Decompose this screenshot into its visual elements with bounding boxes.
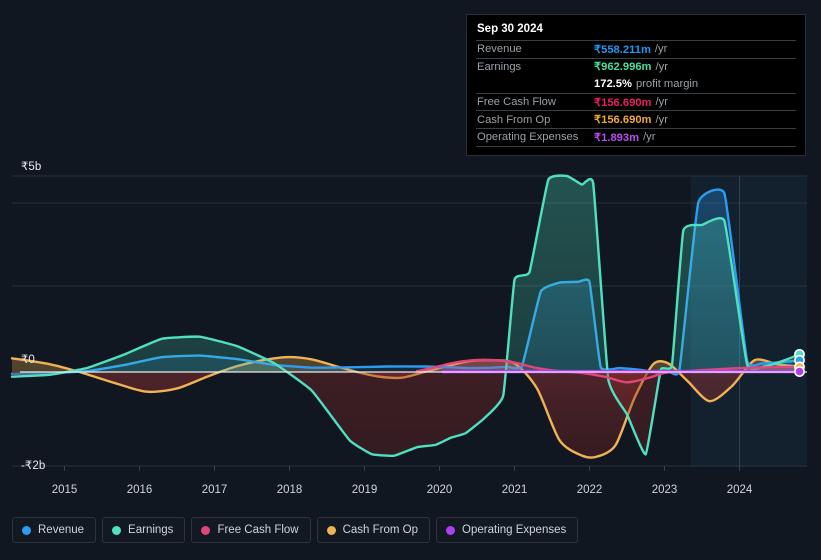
x-axis-label: 2017 [201,484,228,496]
legend-item-cash-from-op[interactable]: Cash From Op [316,517,431,543]
legend-item-label: Revenue [38,524,85,536]
tooltip-row-label: Revenue [477,43,522,56]
legend-color-dot-icon [22,525,31,535]
endpoint-marker-operating-expenses [794,366,805,378]
tooltip-row-unit: /yr [655,113,668,126]
tooltip-row-value: ₹558.211m [594,43,651,56]
x-axis-label: 2023 [651,484,678,496]
tooltip-row: 172.5% profit margin [476,75,796,93]
tooltip-row-label: Free Cash Flow [477,96,556,109]
y-axis-label-zero: ₹0 [21,354,35,366]
tooltip-row-unit: profit margin [635,77,699,90]
tooltip-row: Operating Expenses ₹1.893m/yr [476,127,796,146]
x-axis-label: 2019 [351,484,378,496]
tooltip-row-unit: /yr [654,43,668,56]
tooltip-row-value: ₹962.996m [594,61,652,74]
legend-color-dot-icon [112,525,122,535]
tooltip-row-value: ₹156.690m [594,96,652,109]
chart-screenshot: ₹5b ₹0 -₹2b 2015 2016 2017 2018 2019 2020 2021… [0,0,821,560]
tooltip-date: Sep 30 2024 [477,23,543,35]
tooltip-row-unit: /yr [655,60,668,73]
legend-item-operating-expenses[interactable]: Operating Expenses [436,517,579,543]
x-axis-label: 2015 [51,484,78,496]
tooltip-row-unit: /yr [643,131,656,144]
x-axis-label: 2020 [426,484,453,496]
tooltip-row-label: Operating Expenses [477,131,579,144]
tooltip-row-value: 172.5% [594,77,632,90]
legend-item-label: Earnings [128,524,174,536]
legend-item-revenue[interactable]: Revenue [12,517,97,543]
x-axis: 2015 2016 2017 2018 2019 2020 2021 2022 2023 2024 [0,484,821,502]
x-axis-label: 2021 [501,484,528,496]
chart-tooltip: Sep 30 2024 Revenue ₹558.211m/yr Earnings ₹… [466,14,806,156]
legend-color-dot-icon [326,525,336,535]
y-axis-label-top: ₹5b [21,161,42,173]
legend-item-earnings[interactable]: Earnings [102,517,186,543]
legend-item-free-cash-flow[interactable]: Free Cash Flow [191,517,311,543]
legend-color-dot-icon [446,525,456,535]
chart-legend[interactable]: Revenue Earnings Free Cash Flow Cash From O… [12,517,579,543]
y-axis-label-bottom: -₹2b [21,460,46,472]
x-axis-label: 2022 [576,484,603,496]
tooltip-row: Earnings ₹962.996m/yr [476,57,796,76]
tooltip-row-unit: /yr [655,96,668,109]
tooltip-row-value: ₹156.690m [594,114,652,127]
x-axis-label: 2018 [276,484,303,496]
tooltip-row: Revenue ₹558.211m/yr [476,40,796,58]
x-axis-label: 2016 [126,484,153,496]
legend-color-dot-icon [201,525,211,535]
tooltip-row-label: Earnings [477,60,522,73]
x-axis-label: 2024 [726,484,753,496]
tooltip-row: Free Cash Flow ₹156.690m/yr [476,92,796,111]
legend-item-label: Free Cash Flow [217,524,299,536]
legend-item-label: Operating Expenses [462,524,567,536]
tooltip-row-value: ₹1.893m [594,131,640,144]
tooltip-rows: Revenue ₹558.211m/yr Earnings ₹962.996m/yr 1… [476,40,796,147]
tooltip-row: Cash From Op ₹156.690m/yr [476,110,796,128]
tooltip-bottom-divider [476,145,796,147]
tooltip-row-label: Cash From Op [477,113,551,126]
legend-item-label: Cash From Op [342,524,419,536]
